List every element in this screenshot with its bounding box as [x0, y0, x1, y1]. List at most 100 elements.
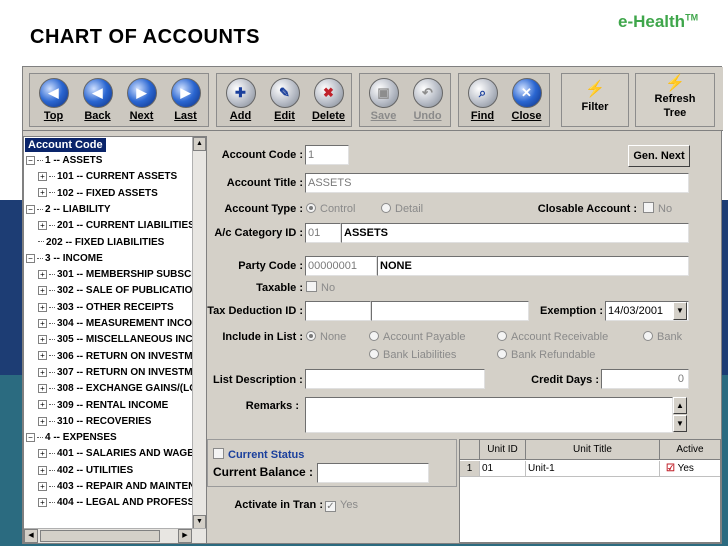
unit-id-cell[interactable]: 01: [480, 461, 526, 477]
active-column-header[interactable]: Active: [660, 440, 720, 460]
account-code-field[interactable]: 1: [305, 145, 349, 165]
activate-in-tran-checkbox[interactable]: ✓ Yes: [325, 497, 358, 513]
account-type-detail-radio[interactable]: Detail: [381, 201, 423, 217]
account-tree[interactable]: Account Code −1 -- ASSETS +101 -- CURRENT…: [23, 136, 207, 544]
save-button-group: ▣ Save ↶ Undo: [359, 73, 451, 127]
expand-icon[interactable]: +: [38, 318, 47, 328]
tree-connector: [49, 176, 55, 178]
expand-icon[interactable]: +: [38, 465, 47, 475]
tree-item[interactable]: +402 -- UTILITIES: [38, 463, 192, 479]
scroll-left-icon[interactable]: ◀: [24, 529, 38, 543]
chevron-down-icon[interactable]: ▼: [673, 302, 687, 320]
remarks-scroll-up-icon[interactable]: ▲: [673, 397, 687, 414]
collapse-icon[interactable]: −: [26, 155, 35, 165]
expand-icon[interactable]: +: [38, 498, 47, 508]
next-button[interactable]: ▶ Next: [120, 74, 163, 126]
add-button[interactable]: ✚ Add: [219, 74, 262, 126]
scroll-down-icon[interactable]: ▼: [193, 515, 206, 529]
filter-button[interactable]: ⚡ Filter: [561, 73, 629, 127]
remarks-field[interactable]: [305, 397, 673, 433]
tree-item[interactable]: +101 -- CURRENT ASSETS: [38, 169, 192, 185]
scroll-right-icon[interactable]: ▶: [178, 529, 192, 543]
expand-icon[interactable]: +: [38, 481, 47, 491]
tree-item[interactable]: +404 -- LEGAL AND PROFESSI: [38, 495, 192, 511]
tree-item[interactable]: +304 -- MEASUREMENT INCOI: [38, 316, 192, 332]
tree-item[interactable]: +102 -- FIXED ASSETS: [38, 186, 192, 202]
save-button[interactable]: ▣ Save: [362, 74, 405, 126]
tree-item[interactable]: +403 -- REPAIR AND MAINTEN: [38, 479, 192, 495]
unit-title-cell[interactable]: Unit-1: [526, 461, 660, 477]
expand-icon[interactable]: +: [38, 335, 47, 345]
closable-account-checkbox[interactable]: No: [643, 201, 672, 217]
expand-icon[interactable]: +: [38, 416, 47, 426]
current-balance-field[interactable]: [317, 463, 429, 483]
list-description-field[interactable]: [305, 369, 485, 389]
tree-item[interactable]: +303 -- OTHER RECEIPTS: [38, 300, 192, 316]
account-type-control-radio[interactable]: Control: [306, 201, 355, 217]
include-bank-liabilities-radio[interactable]: Bank Liabilities: [369, 347, 456, 363]
tree-item[interactable]: +307 -- RETURN ON INVESTME: [38, 365, 192, 381]
category-name-field[interactable]: ASSETS: [341, 223, 689, 243]
expand-icon[interactable]: +: [38, 269, 47, 279]
expand-icon[interactable]: +: [38, 286, 47, 296]
expand-icon[interactable]: +: [38, 188, 47, 198]
tree-item[interactable]: +308 -- EXCHANGE GAINS/(LO: [38, 381, 192, 397]
tree-item[interactable]: −3 -- INCOME: [26, 251, 192, 267]
include-bank-radio[interactable]: Bank: [643, 329, 682, 345]
undo-button[interactable]: ↶ Undo: [406, 74, 449, 126]
unit-id-column-header[interactable]: Unit ID: [480, 440, 526, 460]
scroll-thumb[interactable]: [40, 530, 160, 542]
unit-title-column-header[interactable]: Unit Title: [526, 440, 660, 460]
include-bank-refundable-radio[interactable]: Bank Refundable: [497, 347, 595, 363]
tree-item[interactable]: 202 -- FIXED LIABILITIES: [38, 235, 192, 251]
active-cell[interactable]: ☑ Yes: [660, 461, 720, 477]
scroll-up-icon[interactable]: ▲: [193, 137, 206, 151]
tree-item[interactable]: +201 -- CURRENT LIABILITIES: [38, 218, 192, 234]
tree-item[interactable]: +309 -- RENTAL INCOME: [38, 398, 192, 414]
refresh-tree-button[interactable]: ⚡ Refresh Tree: [635, 73, 715, 127]
tree-item[interactable]: +302 -- SALE OF PUBLICATIO: [38, 283, 192, 299]
tree-item[interactable]: −1 -- ASSETS: [26, 153, 192, 169]
close-button[interactable]: ✕ Close: [505, 74, 548, 126]
top-button[interactable]: ◀ Top: [32, 74, 75, 126]
delete-button[interactable]: ✖ Delete: [307, 74, 350, 126]
tree-item[interactable]: −2 -- LIABILITY: [26, 202, 192, 218]
expand-icon[interactable]: +: [38, 384, 47, 394]
tree-vertical-scrollbar[interactable]: ▲ ▼: [192, 137, 206, 529]
edit-button[interactable]: ✎ Edit: [263, 74, 306, 126]
tree-item[interactable]: +310 -- RECOVERIES: [38, 414, 192, 430]
expand-icon[interactable]: +: [38, 351, 47, 361]
tree-horizontal-scrollbar[interactable]: ◀ ▶: [24, 528, 206, 543]
gen-next-button[interactable]: Gen. Next: [628, 145, 690, 167]
collapse-icon[interactable]: −: [26, 204, 35, 214]
include-none-radio[interactable]: None: [306, 329, 346, 345]
party-name-field[interactable]: NONE: [377, 256, 689, 276]
tree-item[interactable]: +306 -- RETURN ON INVESTME: [38, 349, 192, 365]
find-button[interactable]: ⌕ Find: [461, 74, 504, 126]
tree-item[interactable]: +301 -- MEMBERSHIP SUBSCR: [38, 267, 192, 283]
include-account-receivable-radio[interactable]: Account Receivable: [497, 329, 608, 345]
tree-item[interactable]: +401 -- SALARIES AND WAGE: [38, 446, 192, 462]
taxable-checkbox[interactable]: No: [306, 280, 335, 296]
account-title-field[interactable]: ASSETS: [305, 173, 689, 193]
expand-icon[interactable]: +: [38, 172, 47, 182]
remarks-scroll-down-icon[interactable]: ▼: [673, 415, 687, 432]
collapse-icon[interactable]: −: [26, 432, 35, 442]
expand-icon[interactable]: +: [38, 302, 47, 312]
tree-item[interactable]: +305 -- MISCELLANEOUS INC(: [38, 332, 192, 348]
credit-days-field[interactable]: 0: [601, 369, 689, 389]
collapse-icon[interactable]: −: [26, 253, 35, 263]
include-account-payable-radio[interactable]: Account Payable: [369, 329, 466, 345]
current-status-checkbox[interactable]: Current Status: [213, 447, 304, 463]
expand-icon[interactable]: +: [38, 449, 47, 459]
party-code-field[interactable]: 00000001: [305, 256, 377, 276]
expand-icon[interactable]: +: [38, 400, 47, 410]
tax-deduction-name-field[interactable]: [371, 301, 529, 321]
expand-icon[interactable]: +: [38, 367, 47, 377]
tree-item[interactable]: −4 -- EXPENSES: [26, 430, 192, 446]
category-code-field[interactable]: 01: [305, 223, 341, 243]
last-button[interactable]: ▶ Last: [164, 74, 207, 126]
back-button[interactable]: ◀ Back: [76, 74, 119, 126]
expand-icon[interactable]: +: [38, 221, 47, 231]
tax-deduction-code-field[interactable]: [305, 301, 371, 321]
